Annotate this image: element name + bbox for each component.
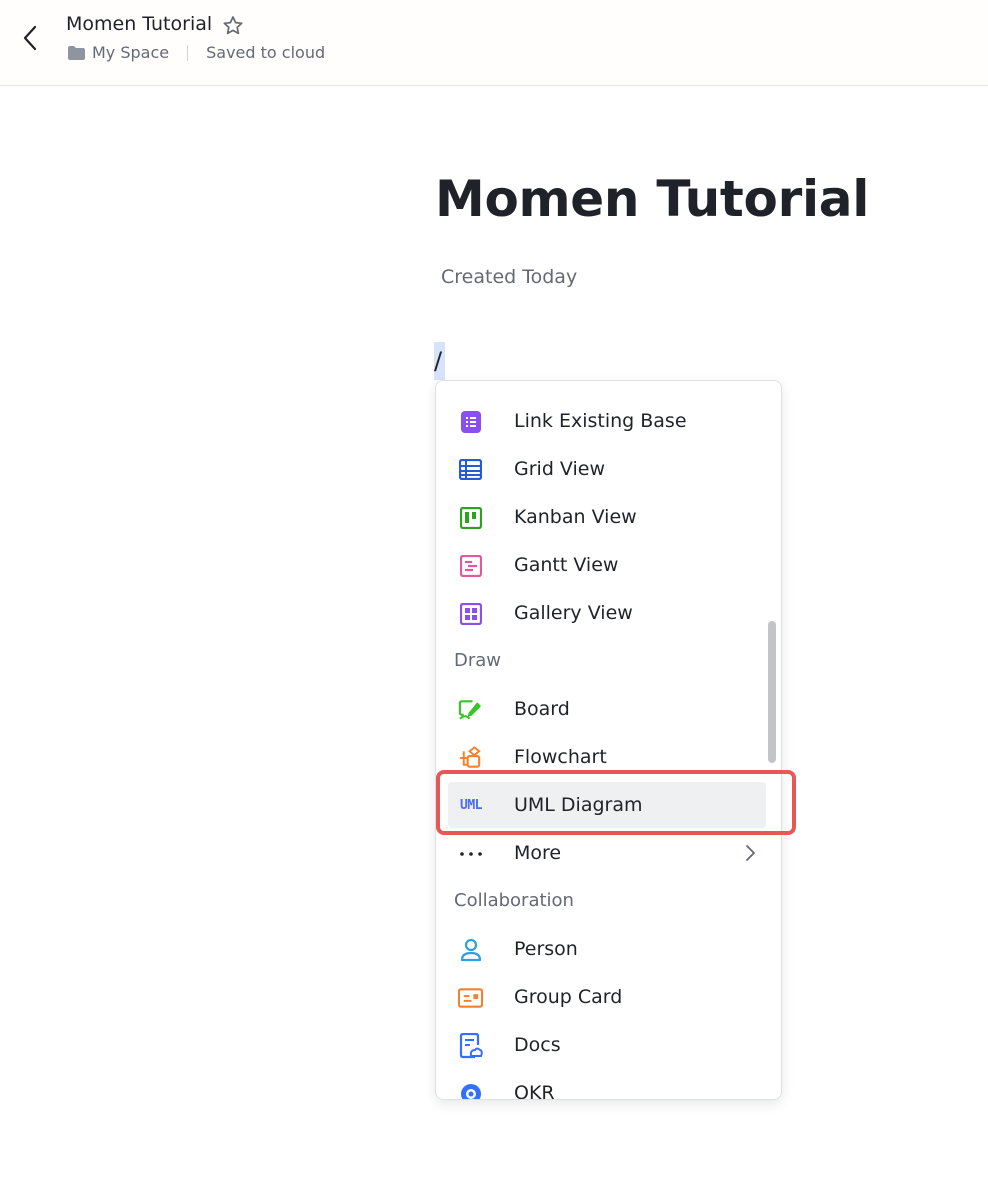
created-date: Created Today xyxy=(441,266,578,288)
page-title[interactable]: Momen Tutorial xyxy=(435,170,869,228)
gantt-view-icon xyxy=(458,553,483,578)
menu-item-label: Link Existing Base xyxy=(514,410,687,432)
uml-icon: UML xyxy=(456,793,486,818)
menu-item-label: Docs xyxy=(514,1034,561,1056)
back-button[interactable] xyxy=(14,22,46,54)
menu-item-label: OKR xyxy=(514,1082,555,1100)
editor-slash-input[interactable]: / xyxy=(434,342,445,380)
menu-item-label: Gantt View xyxy=(514,554,619,576)
menu-item-gantt-view[interactable]: Gantt View xyxy=(448,542,766,588)
menu-item-grid-view[interactable]: Grid View xyxy=(448,446,766,492)
breadcrumb: My Space Saved to cloud xyxy=(68,43,325,62)
chevron-right-icon xyxy=(746,845,755,861)
menu-item-board[interactable]: Board xyxy=(448,686,766,732)
menu-item-group-card[interactable]: Group Card xyxy=(448,974,766,1020)
menu-item-label: Person xyxy=(514,938,578,960)
menu-item-flowchart[interactable]: Flowchart xyxy=(448,734,766,780)
menu-item-kanban-view[interactable]: Kanban View xyxy=(448,494,766,540)
menu-item-docs[interactable]: Docs xyxy=(448,1022,766,1068)
menu-item-link-existing-base[interactable]: Link Existing Base xyxy=(448,398,766,444)
grid-view-icon xyxy=(458,457,483,482)
menu-item-label: Group Card xyxy=(514,986,623,1008)
save-status: Saved to cloud xyxy=(206,43,326,62)
breadcrumb-divider xyxy=(187,44,189,61)
star-icon[interactable] xyxy=(221,14,245,38)
menu-scrollbar[interactable] xyxy=(768,621,776,763)
top-bar: Momen Tutorial My Space Saved to cloud xyxy=(0,0,988,86)
flowchart-icon xyxy=(458,745,483,770)
menu-item-label: Board xyxy=(514,698,570,720)
person-icon xyxy=(458,937,483,962)
menu-item-label: Kanban View xyxy=(514,506,637,528)
gallery-view-icon xyxy=(458,601,483,626)
menu-item-label: Grid View xyxy=(514,458,606,480)
breadcrumb-space[interactable]: My Space xyxy=(92,43,169,62)
section-draw: Draw xyxy=(454,650,502,671)
menu-item-label: UML Diagram xyxy=(514,794,643,816)
more-icon xyxy=(458,841,483,866)
okr-icon xyxy=(458,1081,483,1099)
kanban-view-icon xyxy=(458,505,483,530)
uml-icon-text: UML xyxy=(460,798,482,813)
group-card-icon xyxy=(458,985,483,1010)
menu-item-gallery-view[interactable]: Gallery View xyxy=(448,590,766,636)
folder-icon xyxy=(68,45,85,60)
link-base-icon xyxy=(458,409,483,434)
section-collaboration: Collaboration xyxy=(454,890,574,911)
menu-item-label: More xyxy=(514,842,562,864)
slash-command-menu: Link Existing Base Grid View Kanban View… xyxy=(435,380,782,1100)
board-icon xyxy=(458,697,483,722)
chevron-left-icon xyxy=(23,25,37,51)
menu-item-more[interactable]: More xyxy=(448,830,766,876)
docs-icon xyxy=(458,1032,483,1058)
menu-item-uml-diagram[interactable]: UML UML Diagram xyxy=(448,782,766,828)
menu-item-label: Flowchart xyxy=(514,746,607,768)
menu-item-person[interactable]: Person xyxy=(448,926,766,972)
document-name: Momen Tutorial xyxy=(66,13,213,35)
menu-item-okr[interactable]: OKR xyxy=(448,1070,766,1100)
menu-item-label: Gallery View xyxy=(514,602,633,624)
